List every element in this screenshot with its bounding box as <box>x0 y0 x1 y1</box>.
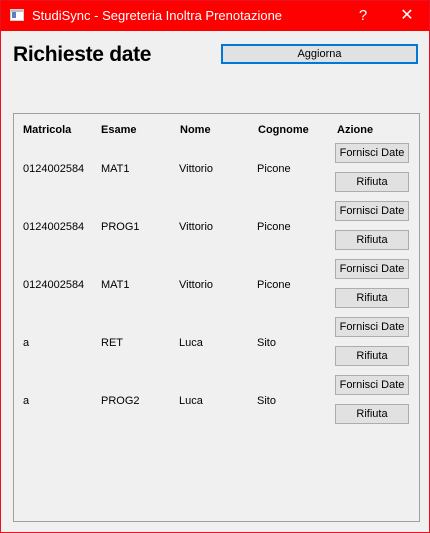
page-title: Richieste date <box>13 43 152 66</box>
cell-cognome: Sito <box>257 337 276 349</box>
reject-button[interactable]: Rifiuta <box>335 230 409 250</box>
cell-nome: Luca <box>179 337 203 349</box>
cell-esame: PROG1 <box>101 221 140 233</box>
reject-button[interactable]: Rifiuta <box>335 346 409 366</box>
cell-esame: MAT1 <box>101 163 130 175</box>
cell-nome: Vittorio <box>179 221 214 233</box>
cell-cognome: Picone <box>257 279 291 291</box>
cell-nome: Luca <box>179 395 203 407</box>
cell-cognome: Sito <box>257 395 276 407</box>
window-title: StudiSync - Segreteria Inoltra Prenotazi… <box>32 8 283 23</box>
provide-dates-button[interactable]: Fornisci Date <box>335 375 409 395</box>
provide-dates-button[interactable]: Fornisci Date <box>335 259 409 279</box>
cell-matricola: a <box>23 337 30 349</box>
cell-nome: Vittorio <box>179 163 214 175</box>
cell-esame: MAT1 <box>101 279 130 291</box>
cell-matricola: 0124002584 <box>23 279 85 291</box>
cell-cognome: Picone <box>257 163 291 175</box>
close-button[interactable]: ✕ <box>385 1 429 31</box>
cell-cognome: Picone <box>257 221 291 233</box>
app-window: StudiSync - Segreteria Inoltra Prenotazi… <box>0 0 430 533</box>
cell-matricola: a <box>23 395 30 407</box>
column-header-matricola: Matricola <box>23 124 72 136</box>
column-header-azione: Azione <box>337 124 374 136</box>
reject-button[interactable]: Rifiuta <box>335 404 409 424</box>
title-bar[interactable]: StudiSync - Segreteria Inoltra Prenotazi… <box>1 1 429 31</box>
app-window-icon <box>10 9 24 21</box>
cell-matricola: 0124002584 <box>23 163 85 175</box>
reject-button[interactable]: Rifiuta <box>335 172 409 192</box>
provide-dates-button[interactable]: Fornisci Date <box>335 201 409 221</box>
cell-nome: Vittorio <box>179 279 214 291</box>
column-header-nome: Nome <box>180 124 211 136</box>
provide-dates-button[interactable]: Fornisci Date <box>335 143 409 163</box>
help-button[interactable]: ? <box>341 1 385 31</box>
cell-esame: RET <box>101 337 123 349</box>
provide-dates-button[interactable]: Fornisci Date <box>335 317 409 337</box>
column-header-cognome: Cognome <box>258 124 309 136</box>
cell-esame: PROG2 <box>101 395 140 407</box>
cell-matricola: 0124002584 <box>23 221 85 233</box>
column-header-esame: Esame <box>101 124 137 136</box>
reject-button[interactable]: Rifiuta <box>335 288 409 308</box>
refresh-button[interactable]: Aggiorna <box>221 44 418 64</box>
